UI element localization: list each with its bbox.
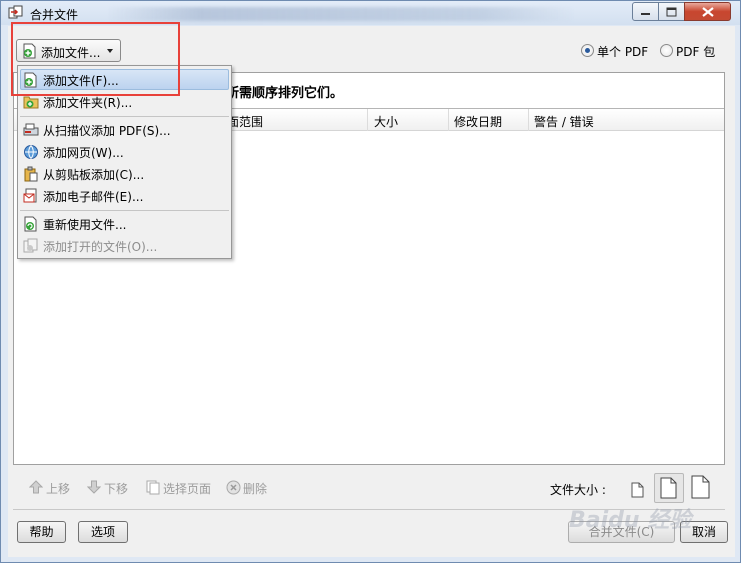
arrow-down-icon <box>87 480 101 494</box>
menu-item-reuse-files[interactable]: 重新使用文件... <box>20 213 229 234</box>
combine-files-window: 合并文件 添加文件... 单个 PDF PDF 包 所需顺序排列它们。 面范围 … <box>0 0 741 563</box>
move-down-label: 下移 <box>104 482 129 496</box>
maximize-button[interactable] <box>658 2 685 21</box>
clipboard-icon <box>24 166 38 182</box>
menu-item-label: 从剪贴板添加(C)... <box>43 168 145 182</box>
menu-separator <box>20 210 229 211</box>
column-separator <box>448 109 449 131</box>
add-folder-icon <box>23 96 39 109</box>
help-button[interactable]: 帮助 <box>17 521 66 543</box>
blurred-title-region <box>106 7 576 21</box>
menu-item-add-web-page[interactable]: 添加网页(W)... <box>20 141 229 162</box>
menu-item-label: 添加电子邮件(E)... <box>43 190 144 204</box>
menu-item-add-from-scanner[interactable]: 从扫描仪添加 PDF(S)... <box>20 119 229 140</box>
options-button[interactable]: 选项 <box>78 521 128 543</box>
menu-item-label: 添加打开的文件(O)... <box>43 240 158 254</box>
minimize-icon <box>640 12 650 15</box>
menu-item-label: 重新使用文件... <box>43 218 127 232</box>
large-page-icon <box>691 475 710 499</box>
column-separator <box>367 109 368 131</box>
pages-icon <box>146 480 160 495</box>
file-size-small-button[interactable] <box>628 473 648 503</box>
close-button[interactable] <box>684 2 731 21</box>
menu-item-label: 添加网页(W)... <box>43 146 124 160</box>
file-size-large-button[interactable] <box>689 473 713 503</box>
web-page-icon <box>24 145 38 159</box>
highlight-callout <box>11 22 180 96</box>
pdf-portfolio-label: PDF 包 <box>676 45 716 59</box>
window-title: 合并文件 <box>30 8 79 22</box>
close-icon <box>701 6 714 17</box>
remove-icon <box>226 480 241 495</box>
menu-item-label: 添加文件夹(R)... <box>43 96 133 110</box>
instruction-text: 所需顺序排列它们。 <box>226 86 344 101</box>
column-page-range[interactable]: 面范围 <box>227 113 263 130</box>
file-size-default-button[interactable] <box>654 473 684 503</box>
menu-item-add-email[interactable]: 添加电子邮件(E)... <box>20 185 229 206</box>
single-pdf-radio[interactable] <box>581 44 594 57</box>
single-pdf-label: 单个 PDF <box>597 45 649 59</box>
small-page-icon <box>631 482 644 498</box>
maximize-icon <box>666 7 676 16</box>
minimize-button[interactable] <box>632 2 659 21</box>
menu-item-add-from-clipboard[interactable]: 从剪贴板添加(C)... <box>20 163 229 184</box>
column-separator <box>528 109 529 131</box>
choose-pages-label: 选择页面 <box>163 482 212 496</box>
remove-label: 删除 <box>243 482 268 496</box>
combine-files-icon <box>8 5 23 19</box>
column-modified-date[interactable]: 修改日期 <box>454 113 502 130</box>
open-files-icon <box>23 238 38 253</box>
reuse-files-icon <box>24 216 37 232</box>
column-size[interactable]: 大小 <box>374 113 398 130</box>
move-up-label: 上移 <box>46 482 71 496</box>
email-icon <box>23 188 37 203</box>
file-size-label: 文件大小 : <box>550 483 606 497</box>
medium-page-icon <box>660 477 677 499</box>
scanner-icon <box>23 123 39 136</box>
arrow-up-icon <box>29 480 43 494</box>
watermark: Baidu 经验 <box>569 508 692 533</box>
pdf-portfolio-radio[interactable] <box>660 44 673 57</box>
menu-item-add-open-files[interactable]: 添加打开的文件(O)... <box>20 235 229 256</box>
menu-item-label: 从扫描仪添加 PDF(S)... <box>43 124 171 138</box>
menu-separator <box>20 116 229 117</box>
column-warnings[interactable]: 警告 / 错误 <box>534 113 594 130</box>
